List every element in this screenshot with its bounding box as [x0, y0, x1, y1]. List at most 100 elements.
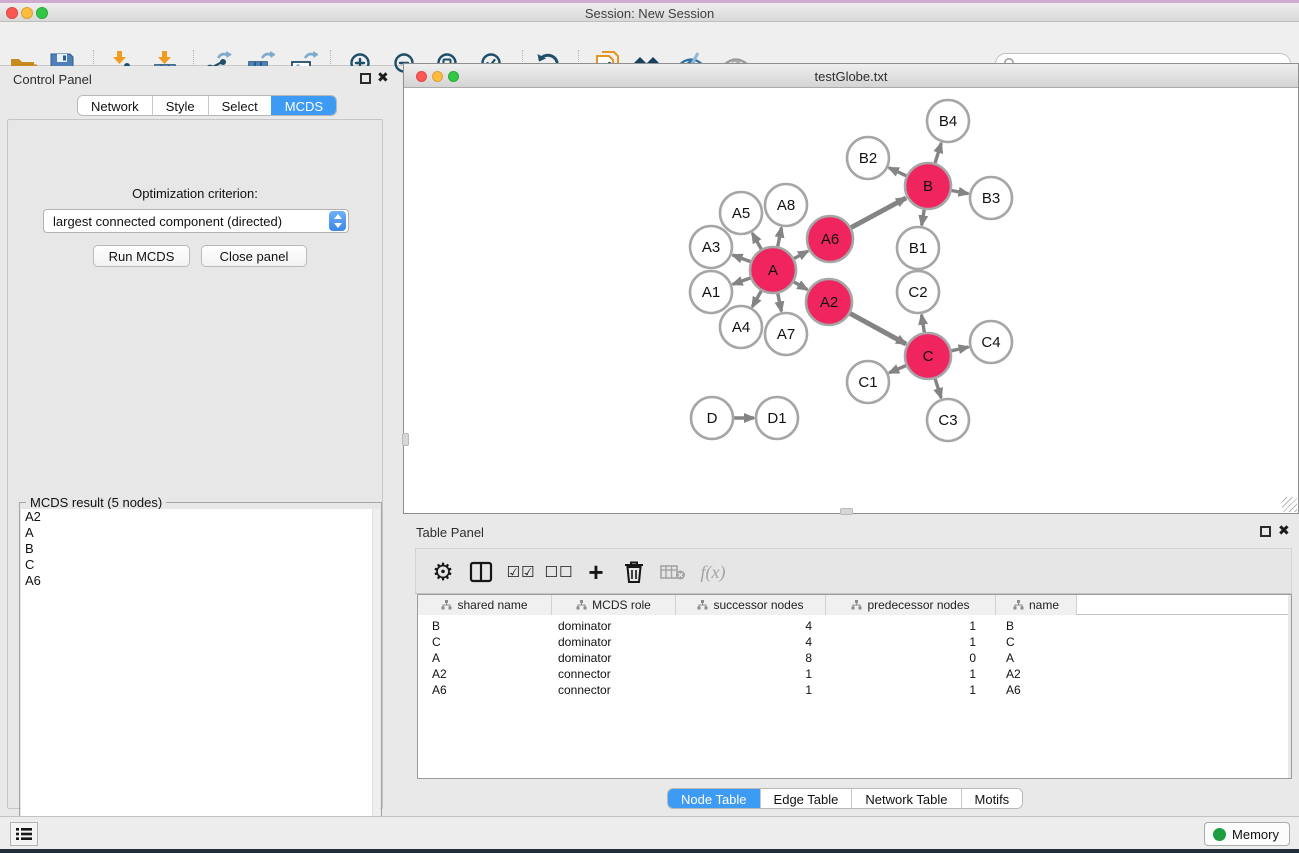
cell-name[interactable]: A6	[996, 682, 1077, 698]
add-column-icon[interactable]: +	[579, 555, 613, 589]
cell-predecessor-nodes[interactable]: 0	[826, 650, 996, 666]
column-header-shared-name[interactable]: shared name	[418, 595, 552, 615]
edge-A-A5[interactable]	[752, 233, 761, 249]
tab-style[interactable]: Style	[152, 96, 208, 115]
column-header-successor-nodes[interactable]: successor nodes	[676, 595, 826, 615]
cell-name[interactable]: A	[996, 650, 1077, 666]
cell-shared-name[interactable]: A	[418, 650, 552, 666]
edge-A6-B[interactable]	[851, 198, 906, 228]
column-header-MCDS-role[interactable]: MCDS role	[552, 595, 676, 615]
window-resize-grip[interactable]	[1282, 497, 1297, 512]
cell-MCDS-role[interactable]: dominator	[552, 618, 676, 634]
edge-C-C2[interactable]	[922, 315, 925, 333]
task-history-button[interactable]	[10, 822, 38, 846]
deselect-all-icon[interactable]: ☐☐	[542, 555, 576, 589]
table-row-A2[interactable]: A2connector11A2	[418, 666, 1291, 682]
edge-A-A7[interactable]	[778, 294, 782, 312]
list-scrollbar[interactable]	[372, 509, 380, 845]
cell-MCDS-role[interactable]: connector	[552, 682, 676, 698]
tab-motifs[interactable]: Motifs	[961, 789, 1023, 808]
mcds-result-item[interactable]: A2	[21, 509, 380, 525]
cell-name[interactable]: A2	[996, 666, 1077, 682]
select-all-icon[interactable]: ☑☑	[504, 555, 538, 589]
edge-A-A8[interactable]	[778, 228, 782, 247]
cell-predecessor-nodes[interactable]: 1	[826, 634, 996, 650]
edge-B-B1[interactable]	[922, 210, 925, 226]
network-graph-canvas[interactable]: B4B2BB3A8A5A6A3B1AA1C2A2A4A7C4CC1DD1C3	[404, 88, 1298, 513]
cell-MCDS-role[interactable]: connector	[552, 666, 676, 682]
cell-successor-nodes[interactable]: 8	[676, 650, 826, 666]
edge-A-A1[interactable]	[733, 278, 751, 284]
criterion-value: largest connected component (directed)	[44, 214, 329, 229]
tab-network-table[interactable]: Network Table	[851, 789, 960, 808]
delete-table-icon[interactable]	[656, 555, 690, 589]
edge-B-B4[interactable]	[935, 143, 941, 163]
mcds-result-item[interactable]: A6	[21, 573, 380, 589]
table-row-A[interactable]: Adominator80A	[418, 650, 1291, 666]
cell-successor-nodes[interactable]: 4	[676, 618, 826, 634]
cell-name[interactable]: C	[996, 634, 1077, 650]
column-header-label: successor nodes	[713, 598, 803, 612]
edge-A-A3[interactable]	[733, 255, 751, 262]
table-row-B[interactable]: Bdominator41B	[418, 618, 1291, 634]
float-panel-icon[interactable]	[360, 73, 371, 84]
table-scrollbar[interactable]	[1288, 595, 1291, 778]
criterion-dropdown[interactable]: largest connected component (directed)	[43, 209, 349, 233]
edge-A2-C[interactable]	[850, 313, 906, 344]
close-panel-icon[interactable]: ✖	[377, 69, 389, 86]
node-table[interactable]: shared nameMCDS role successor nodes prede…	[417, 594, 1292, 779]
main-toolbar	[0, 22, 1299, 66]
node-label-C3: C3	[938, 412, 957, 429]
tab-edge-table[interactable]: Edge Table	[760, 789, 852, 808]
cell-MCDS-role[interactable]: dominator	[552, 650, 676, 666]
float-panel-icon[interactable]	[1260, 526, 1271, 537]
memory-button[interactable]: Memory	[1204, 822, 1290, 846]
cell-successor-nodes[interactable]: 1	[676, 682, 826, 698]
show-column-icon[interactable]	[464, 555, 498, 589]
tab-network[interactable]: Network	[78, 96, 152, 115]
cell-shared-name[interactable]: B	[418, 618, 552, 634]
list-icon	[16, 827, 32, 841]
cell-shared-name[interactable]: C	[418, 634, 552, 650]
mcds-result-list[interactable]: A2ABCA6	[21, 509, 380, 845]
node-label-B4: B4	[939, 113, 957, 130]
edge-B-B3[interactable]	[952, 190, 969, 193]
mcds-result-item[interactable]: C	[21, 557, 380, 573]
run-mcds-button[interactable]: Run MCDS	[93, 245, 190, 267]
table-row-A6[interactable]: A6connector11A6	[418, 682, 1291, 698]
table-header-row: shared nameMCDS role successor nodes prede…	[418, 595, 1291, 615]
cell-name[interactable]: B	[996, 618, 1077, 634]
edge-A-A2[interactable]	[794, 282, 807, 290]
tab-mcds[interactable]: MCDS	[271, 96, 336, 115]
tab-node-table[interactable]: Node Table	[668, 789, 760, 808]
function-builder-fx-icon[interactable]: f(x)	[696, 555, 730, 589]
table-row-C[interactable]: Cdominator41C	[418, 634, 1291, 650]
mcds-result-item[interactable]: B	[21, 541, 380, 557]
column-header-predecessor-nodes[interactable]: predecessor nodes	[826, 595, 996, 615]
cell-predecessor-nodes[interactable]: 1	[826, 682, 996, 698]
cell-shared-name[interactable]: A6	[418, 682, 552, 698]
edge-C-C1[interactable]	[889, 366, 906, 373]
cell-successor-nodes[interactable]: 1	[676, 666, 826, 682]
cell-predecessor-nodes[interactable]: 1	[826, 666, 996, 682]
edge-A-A6[interactable]	[794, 251, 808, 259]
mcds-result-item[interactable]: A	[21, 525, 380, 541]
column-settings-gear-icon[interactable]: ⚙	[426, 555, 460, 589]
edge-B-B2[interactable]	[889, 168, 906, 176]
cell-successor-nodes[interactable]: 4	[676, 634, 826, 650]
edge-A-A4[interactable]	[752, 291, 761, 307]
column-header-name[interactable]: name	[996, 595, 1077, 615]
cell-shared-name[interactable]: A2	[418, 666, 552, 682]
tab-select[interactable]: Select	[208, 96, 271, 115]
cell-MCDS-role[interactable]: dominator	[552, 634, 676, 650]
delete-column-trash-icon[interactable]	[617, 555, 651, 589]
splitter-handle-left[interactable]	[402, 433, 409, 446]
close-panel-button[interactable]: Close panel	[201, 245, 307, 267]
splitter-handle-bottom[interactable]	[840, 508, 853, 515]
edge-C-C4[interactable]	[951, 347, 968, 351]
edge-C-C3[interactable]	[935, 379, 941, 398]
network-window-titlebar[interactable]: testGlobe.txt	[404, 64, 1298, 88]
close-panel-icon[interactable]: ✖	[1278, 522, 1290, 539]
cell-predecessor-nodes[interactable]: 1	[826, 618, 996, 634]
column-header-label: name	[1029, 598, 1059, 612]
